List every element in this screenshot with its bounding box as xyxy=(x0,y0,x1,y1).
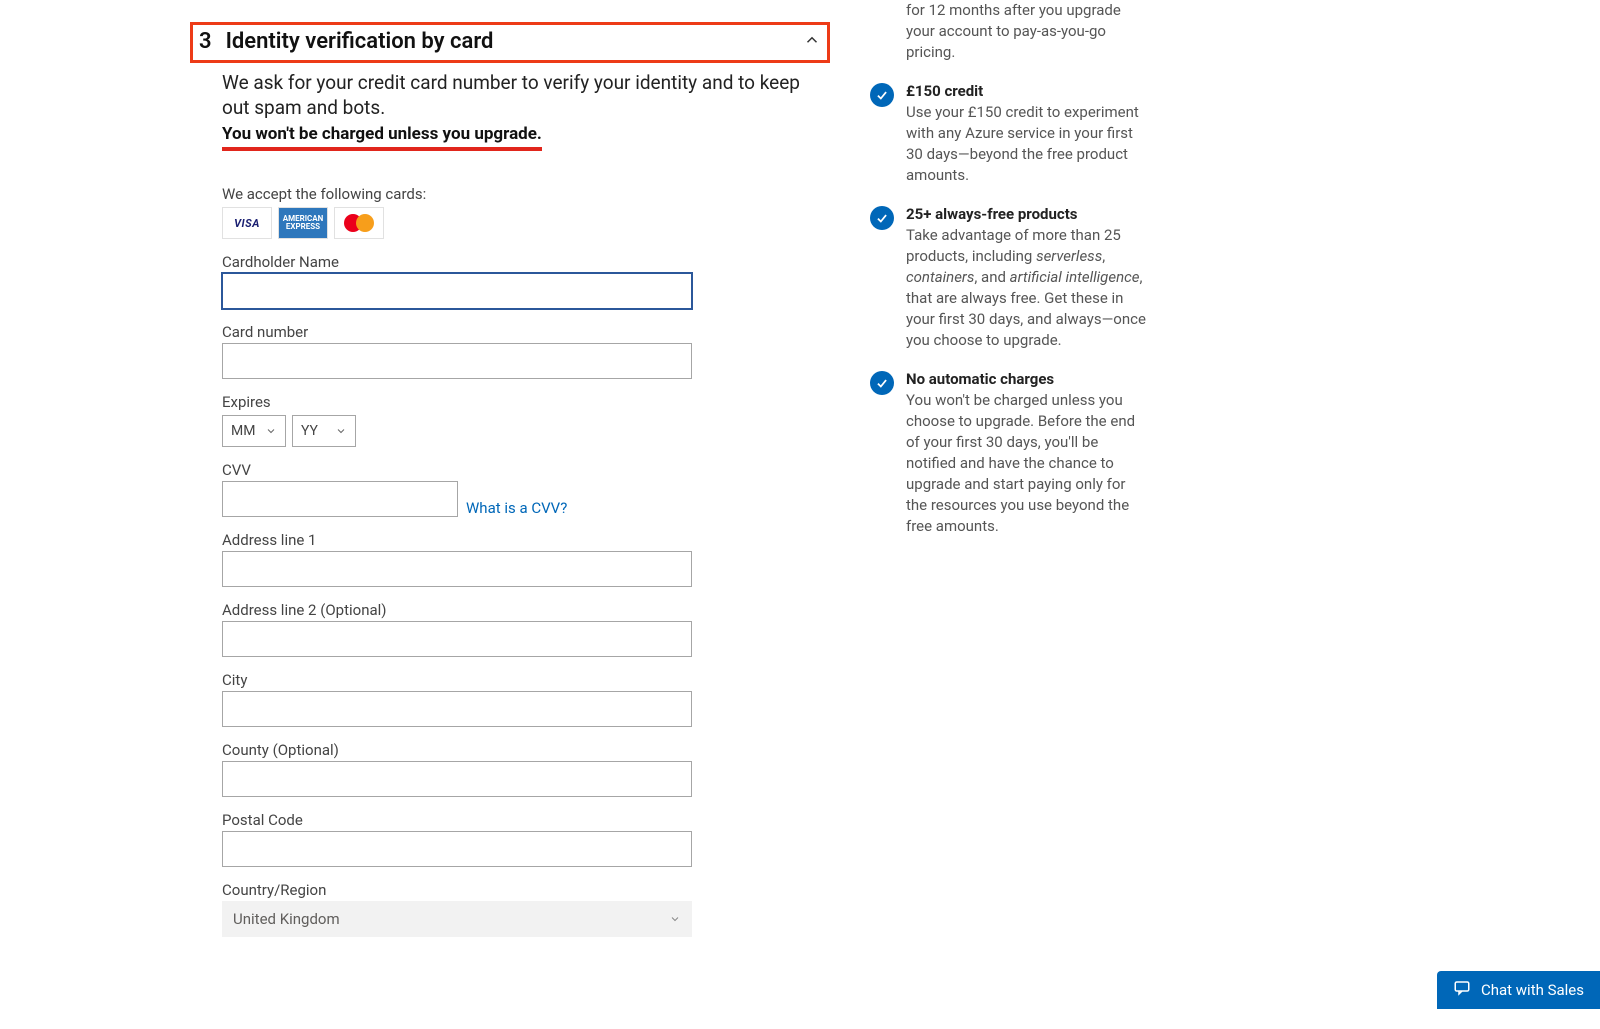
benefit-title: 25+ always-free products xyxy=(906,205,1077,223)
visa-icon: VISA xyxy=(222,207,272,239)
chevron-down-icon xyxy=(265,425,277,437)
chevron-up-icon[interactable] xyxy=(803,31,821,53)
expires-month-select[interactable]: MM xyxy=(222,415,286,447)
intro-bold-text: You won't be charged unless you upgrade. xyxy=(222,124,542,151)
expires-month-value: MM xyxy=(231,423,255,439)
benefit-body: You won't be charged unless you choose t… xyxy=(906,391,1135,535)
benefit-body: Take advantage of more than 25 products,… xyxy=(906,226,1146,349)
expires-year-select[interactable]: YY xyxy=(292,415,356,447)
benefit-title: £150 credit xyxy=(906,82,983,100)
cvv-input[interactable] xyxy=(222,481,458,517)
chat-with-sales-button[interactable]: Chat with Sales xyxy=(1437,971,1600,1009)
check-icon xyxy=(870,83,894,107)
section-header[interactable]: 3 Identity verification by card xyxy=(190,22,830,63)
address-line-1-label: Address line 1 xyxy=(222,531,830,549)
expires-year-value: YY xyxy=(301,423,318,439)
address-line-2-label: Address line 2 (Optional) xyxy=(222,601,830,619)
address-line-2-input[interactable] xyxy=(222,621,692,657)
county-input[interactable] xyxy=(222,761,692,797)
card-number-label: Card number xyxy=(222,323,830,341)
benefit-body: Use your £150 credit to experiment with … xyxy=(906,103,1139,184)
benefit-title: No automatic charges xyxy=(906,370,1054,388)
postal-code-label: Postal Code xyxy=(222,811,830,829)
chevron-down-icon xyxy=(669,913,681,925)
expires-label: Expires xyxy=(222,393,830,411)
postal-code-input[interactable] xyxy=(222,831,692,867)
check-icon xyxy=(870,371,894,395)
amex-icon: AMERICAN EXPRESS xyxy=(278,207,328,239)
country-region-value: United Kingdom xyxy=(233,910,340,928)
accept-cards-label: We accept the following cards: xyxy=(222,185,830,203)
step-number: 3 xyxy=(199,29,212,54)
step-title: Identity verification by card xyxy=(226,29,494,54)
intro-text: We ask for your credit card number to ve… xyxy=(222,71,830,120)
city-input[interactable] xyxy=(222,691,692,727)
card-logos-row: VISA AMERICAN EXPRESS xyxy=(222,207,830,239)
chat-icon xyxy=(1453,979,1471,1001)
chevron-down-icon xyxy=(335,425,347,437)
benefit-fragment: for 12 months after you upgrade your acc… xyxy=(870,0,1150,63)
country-region-label: Country/Region xyxy=(222,881,830,899)
city-label: City xyxy=(222,671,830,689)
cardholder-name-label: Cardholder Name xyxy=(222,253,830,271)
mastercard-icon xyxy=(334,207,384,239)
card-number-input[interactable] xyxy=(222,343,692,379)
cardholder-name-input[interactable] xyxy=(222,273,692,309)
check-icon xyxy=(870,206,894,230)
cvv-label: CVV xyxy=(222,461,830,479)
what-is-cvv-link[interactable]: What is a CVV? xyxy=(466,499,567,517)
address-line-1-input[interactable] xyxy=(222,551,692,587)
benefit-always-free: 25+ always-free products Take advantage … xyxy=(870,204,1150,351)
benefit-no-charges: No automatic charges You won't be charge… xyxy=(870,369,1150,537)
county-label: County (Optional) xyxy=(222,741,830,759)
chat-label: Chat with Sales xyxy=(1481,981,1584,999)
country-region-select[interactable]: United Kingdom xyxy=(222,901,692,937)
benefit-credit: £150 credit Use your £150 credit to expe… xyxy=(870,81,1150,186)
